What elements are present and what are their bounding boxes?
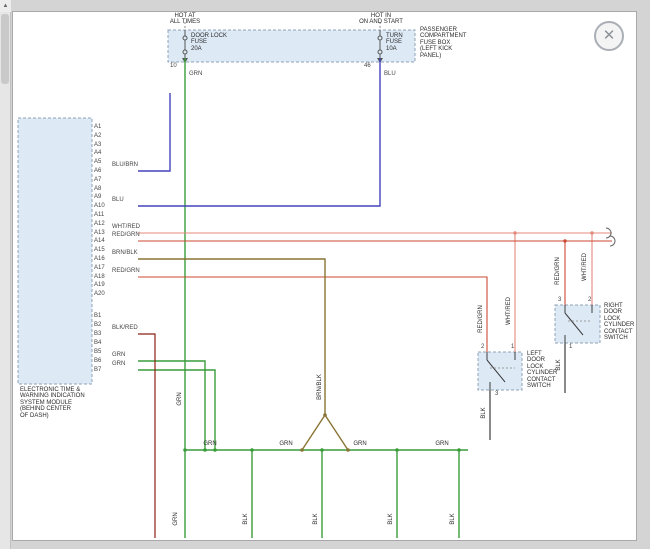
module-pin-label: A3 (94, 142, 101, 148)
wire-blu-fuse (138, 58, 380, 206)
module-pin-label: A12 (94, 221, 105, 227)
module-pin-label: A15 (94, 247, 105, 253)
left-switch-pin-1: 1 (511, 344, 514, 350)
module-pin-label: A17 (94, 265, 105, 271)
hot-at-all-times-label: HOT AT ALL TIMES (155, 13, 215, 26)
wire-label-redgrn-right-switch: RED/GRN (555, 254, 561, 288)
component-boxes (18, 30, 600, 390)
module-pin-label: A16 (94, 256, 105, 262)
wire-blkred (138, 334, 155, 538)
module-wire-label: BLK/RED (112, 325, 138, 331)
module-wire-label: BLU/BRN (112, 162, 138, 168)
left-scrollbar[interactable]: ▲ (0, 0, 11, 549)
fuse-pin-46: 46 (364, 63, 371, 69)
wire-label-blk-right-switch: BLK (556, 348, 562, 382)
wire-label-grn-bottom: GRN (173, 502, 179, 536)
wire-label-brnblk-vertical: BRN/BLK (317, 370, 323, 404)
module-pin-label: A4 (94, 150, 101, 156)
wire-green (138, 58, 468, 538)
module-pin-label: A9 (94, 194, 101, 200)
module-pin-label: B3 (94, 331, 101, 337)
left-switch-pin-3: 3 (495, 391, 498, 397)
module-pin-label: A18 (94, 274, 105, 280)
wire-label-grn-vertical: GRN (177, 382, 183, 416)
turn-fuse-label: TURN FUSE 10A (386, 33, 403, 52)
wire-label-blk-1: BLK (243, 502, 249, 536)
module-pin-label: B4 (94, 340, 101, 346)
module-wire-label: RED/GRN (112, 232, 140, 238)
wire-label-whtred-left-switch: WHT/RED (506, 294, 512, 328)
wire-label-whtred-right-switch: WHT/RED (582, 250, 588, 284)
left-switch-label: LEFT DOOR LOCK CYLINDER CONTACT SWITCH (527, 351, 557, 390)
module-pin-label: B6 (94, 358, 101, 364)
module-label: ELECTRONIC TIME & WARNING INDICATION SYS… (20, 387, 85, 419)
close-button[interactable]: ✕ (594, 21, 624, 51)
scrollbar-up-button[interactable]: ▲ (0, 0, 11, 12)
module-wire-label: GRN (112, 361, 125, 367)
wire-redgrn (138, 241, 612, 352)
diagram-viewer-window: HOT AT ALL TIMES HOT IN ON AND START DOO… (0, 0, 650, 549)
junction-dots (183, 231, 594, 452)
wire-label-blu-fuse: BLU (384, 71, 396, 77)
module-wire-label: GRN (112, 352, 125, 358)
bus-label-grn-4: GRN (432, 441, 452, 447)
right-switch-label: RIGHT DOOR LOCK CYLINDER CONTACT SWITCH (604, 303, 634, 342)
module-pin-label: B7 (94, 367, 101, 373)
bus-label-grn-2: GRN (276, 441, 296, 447)
bus-label-grn-3: GRN (350, 441, 370, 447)
right-switch-outline (555, 305, 600, 343)
hot-in-on-start-label: HOT IN ON AND START (350, 13, 412, 26)
module-pin-label: A20 (94, 291, 105, 297)
module-pin-label: A5 (94, 159, 101, 165)
module-pin-label: B1 (94, 313, 101, 319)
module-pin-label: A8 (94, 186, 101, 192)
wire-label-blk-3: BLK (388, 502, 394, 536)
fuse-pin-10: 10 (170, 63, 177, 69)
wire-blue (138, 58, 380, 206)
module-pin-label: A13 (94, 230, 105, 236)
module-pin-label: A14 (94, 238, 105, 244)
connector-marks (606, 228, 615, 246)
module-pin-label: A10 (94, 203, 105, 209)
door-lock-fuse-label: DOOR LOCK FUSE 20A (191, 33, 227, 52)
module-wire-label: WHT/RED (112, 224, 140, 230)
left-switch-pin-2: 2 (481, 344, 484, 350)
wire-label-grn-fuse: GRN (189, 71, 202, 77)
module-outline (18, 118, 92, 384)
fusebox-location-label: PASSENGER COMPARTMENT FUSE BOX (LEFT KIC… (420, 27, 466, 59)
wire-label-blk-4: BLK (450, 502, 456, 536)
wire-label-blk-left-switch: BLK (481, 396, 487, 430)
module-pin-label: B5 (94, 349, 101, 355)
module-pin-label: A6 (94, 168, 101, 174)
module-pin-label: A1 (94, 124, 101, 130)
module-pin-label: A7 (94, 177, 101, 183)
right-switch-pin-2: 2 (588, 297, 591, 303)
wire-brnblk (138, 259, 348, 450)
module-wire-label: RED/GRN (112, 268, 140, 274)
module-pin-label: B2 (94, 322, 101, 328)
scrollbar-thumb[interactable] (1, 14, 9, 84)
bus-label-grn-1: GRN (200, 441, 220, 447)
wire-label-blk-2: BLK (313, 502, 319, 536)
module-wire-label: BRN/BLK (112, 250, 138, 256)
wire-label-redgrn-left-switch: RED/GRN (478, 302, 484, 336)
module-pin-label: A2 (94, 133, 101, 139)
module-wire-label: BLU (112, 197, 124, 203)
module-pin-label: A19 (94, 282, 105, 288)
module-pin-label: A11 (94, 212, 104, 218)
wire-whtred (138, 233, 612, 352)
right-switch-pin-3: 3 (558, 297, 561, 303)
right-switch-pin-1: 1 (569, 344, 572, 350)
wire-blubrn (138, 93, 170, 171)
